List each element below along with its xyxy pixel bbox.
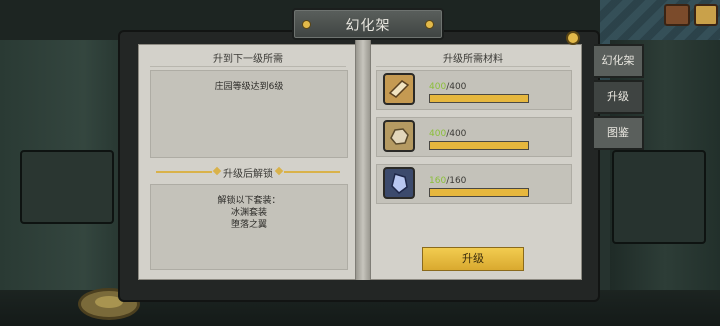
book-spine — [355, 40, 371, 280]
tab-wardrobe[interactable]: 幻化架 — [594, 44, 644, 78]
upgrade-button[interactable]: 升级 — [422, 247, 524, 271]
requirement-box: 庄园等级达到6级 — [150, 70, 348, 158]
material-progress-bar — [429, 141, 529, 150]
pin-icon[interactable] — [566, 31, 580, 45]
unlock-divider: 升级后解锁 — [150, 164, 346, 180]
materials-header: 升级所需材料 — [376, 50, 570, 67]
stone-ore-icon[interactable] — [383, 120, 415, 152]
chest-icon[interactable] — [664, 4, 690, 26]
material-count: 400/400 — [429, 129, 467, 139]
material-progress-fill — [430, 95, 528, 102]
material-progress-bar — [429, 188, 529, 197]
tab-upgrade[interactable]: 升级 — [594, 80, 644, 114]
unlock-box: 解锁以下套装： 冰渊套装 堕落之翼 — [150, 184, 348, 270]
background-crate — [612, 150, 706, 244]
page-title: 幻化架 — [345, 18, 391, 34]
material-progress-fill — [430, 189, 528, 196]
title-plate: 幻化架 — [292, 8, 444, 40]
material-count: 400/400 — [429, 82, 467, 92]
material-progress-fill — [430, 142, 528, 149]
material-count: 160/160 — [429, 176, 467, 186]
material-row: 400/400 — [376, 70, 572, 110]
divider-line — [284, 171, 340, 173]
crystal-icon[interactable] — [383, 167, 415, 199]
material-row: 160/160 — [376, 164, 572, 204]
requirement-header: 升到下一级所需 — [150, 50, 346, 67]
material-progress-bar — [429, 94, 529, 103]
background-crate — [20, 150, 114, 224]
tab-collection[interactable]: 图鉴 — [594, 116, 644, 150]
material-row: 400/400 — [376, 117, 572, 157]
requirement-text: 庄园等级达到6级 — [214, 82, 284, 92]
unlock-line: 堕落之翼 — [230, 220, 267, 230]
avatar-icon[interactable] — [694, 4, 718, 26]
wood-plank-icon[interactable] — [383, 73, 415, 105]
